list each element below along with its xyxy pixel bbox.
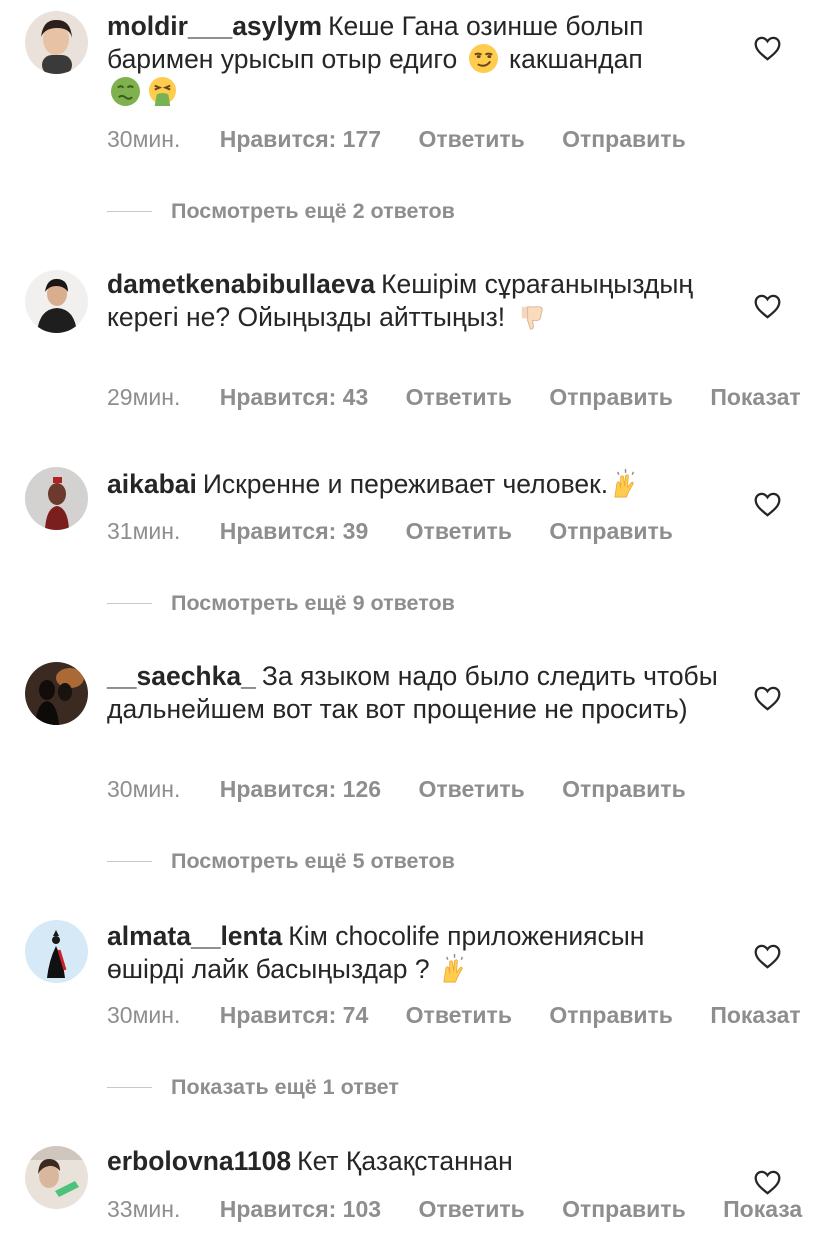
comment-body: almata__lenta Кім chocolife приложениясын… <box>107 920 727 986</box>
show-translation-button[interactable]: Показат <box>710 384 800 410</box>
comment-time: 29мин. <box>107 384 181 410</box>
comment-time: 33мин. <box>107 1196 181 1222</box>
likes-count[interactable]: Нравится: 126 <box>220 776 381 802</box>
replies-divider <box>107 210 152 213</box>
like-heart-icon[interactable] <box>754 1170 781 1195</box>
comment-username[interactable]: aikabai <box>107 469 197 499</box>
vomiting-emoji-icon <box>147 76 178 107</box>
comment-meta: 29мин. Нравится: 43 Ответить Отправить П… <box>107 384 828 411</box>
likes-count[interactable]: Нравится: 177 <box>220 126 381 152</box>
send-button[interactable]: Отправить <box>562 776 686 802</box>
replies-divider <box>107 860 152 863</box>
avatar[interactable] <box>25 11 88 74</box>
nauseated-emoji-icon <box>110 76 141 107</box>
show-translation-button[interactable]: Показат <box>710 1002 800 1028</box>
comment-meta: 30мин. Нравится: 126 Ответить Отправить <box>107 776 717 803</box>
comment-body: dametkenabibullaeva Кешірім сұрағаныңызды… <box>107 268 727 334</box>
avatar[interactable] <box>25 1146 88 1209</box>
avatar[interactable] <box>25 920 88 983</box>
view-replies-button[interactable]: Посмотреть ещё 9 ответов <box>107 591 455 616</box>
like-heart-icon[interactable] <box>754 686 781 711</box>
send-button[interactable]: Отправить <box>549 384 673 410</box>
comment-username[interactable]: dametkenabibullaeva <box>107 269 375 299</box>
reply-button[interactable]: Ответить <box>406 384 512 410</box>
avatar[interactable] <box>25 662 88 725</box>
avatar[interactable] <box>25 270 88 333</box>
comment-username[interactable]: almata__lenta <box>107 921 282 951</box>
reply-button[interactable]: Ответить <box>406 1002 512 1028</box>
comment-text: Искренне и переживает человек. <box>202 469 609 499</box>
reply-button[interactable]: Ответить <box>418 126 524 152</box>
replies-divider <box>107 602 152 605</box>
comment-username[interactable]: erbolovna1108 <box>107 1146 291 1176</box>
like-heart-icon[interactable] <box>754 36 781 61</box>
likes-count[interactable]: Нравится: 43 <box>220 384 369 410</box>
raising-hands-emoji-icon <box>440 953 471 984</box>
smirk-emoji-icon <box>468 43 499 74</box>
comment-meta: 31мин. Нравится: 39 Ответить Отправить <box>107 518 704 545</box>
replies-divider <box>107 1086 152 1089</box>
view-replies-button[interactable]: Показать ещё 1 ответ <box>107 1075 399 1100</box>
comment-body: __saechka_ За языком надо было следить чт… <box>107 660 727 726</box>
comment-meta: 30мин. Нравится: 177 Ответить Отправить <box>107 126 717 153</box>
view-replies-button[interactable]: Посмотреть ещё 2 ответов <box>107 199 455 224</box>
comment-body: moldir___asylym Кеше Гана озинше болып ба… <box>107 10 727 109</box>
comment-time: 30мин. <box>107 776 181 802</box>
like-heart-icon[interactable] <box>754 944 781 969</box>
likes-count[interactable]: Нравится: 39 <box>220 518 369 544</box>
comment-username[interactable]: moldir___asylym <box>107 11 322 41</box>
view-replies-label[interactable]: Показать ещё 1 ответ <box>171 1075 399 1100</box>
likes-count[interactable]: Нравится: 103 <box>220 1196 381 1222</box>
comment-text: Кет Қазақстаннан <box>297 1146 513 1176</box>
comment-body: aikabai Искренне и переживает человек. <box>107 468 727 501</box>
view-replies-label[interactable]: Посмотреть ещё 2 ответов <box>171 199 455 224</box>
view-replies-label[interactable]: Посмотреть ещё 5 ответов <box>171 849 455 874</box>
avatar[interactable] <box>25 467 88 530</box>
send-button[interactable]: Отправить <box>549 518 673 544</box>
reply-button[interactable]: Ответить <box>418 1196 524 1222</box>
send-button[interactable]: Отправить <box>562 126 686 152</box>
comment-meta: 33мин. Нравится: 103 Ответить Отправить … <box>107 1196 828 1223</box>
like-heart-icon[interactable] <box>754 294 781 319</box>
likes-count[interactable]: Нравится: 74 <box>220 1002 369 1028</box>
view-replies-button[interactable]: Посмотреть ещё 5 ответов <box>107 849 455 874</box>
comment-time: 30мин. <box>107 1002 181 1028</box>
thumbs-down-emoji-icon <box>516 301 547 332</box>
comment-meta: 30мин. Нравится: 74 Ответить Отправить П… <box>107 1002 828 1029</box>
reply-button[interactable]: Ответить <box>406 518 512 544</box>
show-translation-button[interactable]: Показа <box>723 1196 802 1222</box>
comment-time: 31мин. <box>107 518 181 544</box>
comment-text: какшандап <box>508 44 643 74</box>
send-button[interactable]: Отправить <box>549 1002 673 1028</box>
view-replies-label[interactable]: Посмотреть ещё 9 ответов <box>171 591 455 616</box>
reply-button[interactable]: Ответить <box>418 776 524 802</box>
send-button[interactable]: Отправить <box>562 1196 686 1222</box>
like-heart-icon[interactable] <box>754 492 781 517</box>
comment-body: erbolovna1108 Кет Қазақстаннан <box>107 1145 727 1178</box>
raising-hands-emoji-icon <box>611 468 642 499</box>
comment-time: 30мин. <box>107 126 181 152</box>
comment-username[interactable]: __saechka_ <box>107 661 256 691</box>
